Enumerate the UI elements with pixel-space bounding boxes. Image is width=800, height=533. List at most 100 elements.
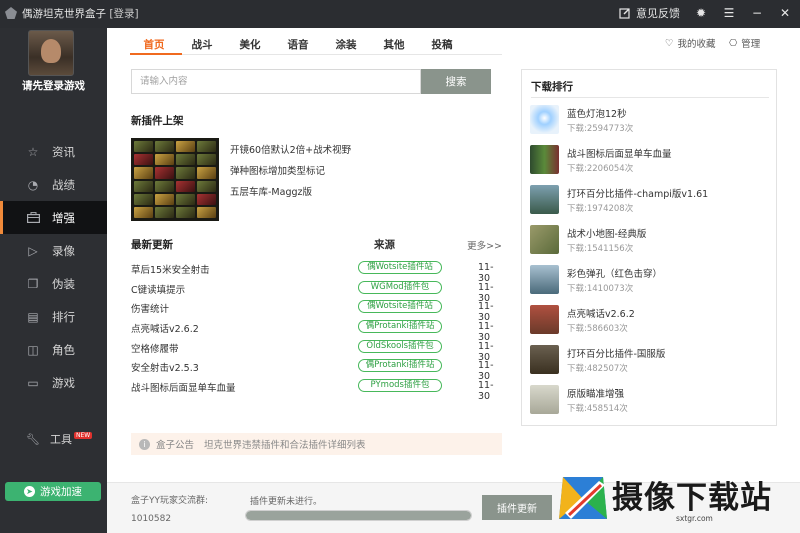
plugin-name[interactable]: C键读填提示 xyxy=(131,282,185,296)
plugin-name[interactable]: 安全射击v2.5.3 xyxy=(131,360,199,374)
window-controls: 意见反馈 ✹ ☰ − ✕ xyxy=(618,5,792,21)
list-item[interactable]: 战斗图标后面显单车血量 PYmods插件包 11-30 xyxy=(131,378,503,402)
sidebar-item-role[interactable]: ◫ 角色 xyxy=(0,333,107,366)
close-icon[interactable]: ✕ xyxy=(778,6,792,20)
bulb-thumbnail[interactable] xyxy=(530,105,559,134)
ranking-item-name[interactable]: 原版瞄准增强 xyxy=(567,386,624,400)
heart-icon: ♡ xyxy=(665,37,674,49)
avatar[interactable] xyxy=(28,30,74,76)
tab-beautify[interactable]: 美化 xyxy=(226,37,274,55)
list-item[interactable]: 空格修履带 OldSkools插件包 11-30 xyxy=(131,339,503,363)
source-column-header: 来源 xyxy=(374,239,395,251)
group-number[interactable]: 1010582 xyxy=(131,510,208,528)
tab-voice[interactable]: 语音 xyxy=(274,37,322,55)
notice-text[interactable]: 坦克世界违禁插件和合法插件详细列表 xyxy=(204,437,366,451)
source-badge[interactable]: WGMod插件包 xyxy=(358,280,442,294)
latest-updates-list: 草后15米安全射击 偶Wotsite插件站 11-30 C键读填提示 WGMod… xyxy=(131,260,503,402)
sidebar-item-enhance[interactable]: 增强 xyxy=(0,201,107,234)
ranking-item-name[interactable]: 点亮喊话v2.6.2 xyxy=(567,306,635,320)
plugin-thumbnail[interactable] xyxy=(530,305,559,334)
new-plugin-item[interactable]: 弹种图标增加类型标记 xyxy=(230,163,351,184)
sidebar-nav: ☆ 资讯 ◔ 战绩 增强 ▷ 录像 ❐ 伪装 ▤ 排行 ◫ 角色 ▭ 游戏 xyxy=(0,135,107,399)
ranking-item-name[interactable]: 蓝色灯泡12秒 xyxy=(567,106,627,120)
plugin-name[interactable]: 点亮喊话v2.6.2 xyxy=(131,321,199,335)
tab-paint[interactable]: 涂装 xyxy=(322,37,370,55)
sidebar-item-news[interactable]: ☆ 资讯 xyxy=(0,135,107,168)
search-button[interactable]: 搜索 xyxy=(421,69,491,94)
sidebar-item-ranking[interactable]: ▤ 排行 xyxy=(0,300,107,333)
source-badge[interactable]: PYmods插件包 xyxy=(358,379,442,393)
ranking-item[interactable]: 原版瞄准增强 下载:458514次 xyxy=(530,383,768,423)
ranking-item[interactable]: 打环百分比插件-champi版v1.61 下载:1974208次 xyxy=(530,183,768,223)
login-link[interactable]: [登录] xyxy=(109,8,138,20)
source-badge[interactable]: 偶Wotsite插件站 xyxy=(358,261,442,274)
manage-button[interactable]: ⎔ 管理 xyxy=(729,36,760,51)
ranking-item-count: 下载:482507次 xyxy=(567,364,628,374)
plugin-thumbnail[interactable] xyxy=(530,185,559,214)
source-badge[interactable]: 偶Protanki插件站 xyxy=(358,320,442,334)
app-window: 偶游坦克世界盒子 [登录] 意见反馈 ✹ ☰ − ✕ 请先登录游戏 ☆ 资讯 ◔… xyxy=(0,0,800,533)
game-accelerate-button[interactable]: ➤ 游戏加速 xyxy=(5,482,101,501)
watermark-logo-icon xyxy=(559,477,607,519)
plugin-name[interactable]: 战斗图标后面显单车血量 xyxy=(131,380,236,394)
tab-submit[interactable]: 投稿 xyxy=(418,37,466,55)
list-item[interactable]: 安全射击v2.5.3 偶Protanki插件站 11-30 xyxy=(131,358,503,382)
tab-battle[interactable]: 战斗 xyxy=(178,37,226,55)
source-badge[interactable]: 偶Wotsite插件站 xyxy=(358,300,442,314)
sidebar-item-record[interactable]: ◔ 战绩 xyxy=(0,168,107,201)
list-item[interactable]: 草后15米安全射击 偶Wotsite插件站 11-30 xyxy=(131,260,503,284)
sidebar-item-replay[interactable]: ▷ 录像 xyxy=(0,234,107,267)
list-item[interactable]: 伤害统计 偶Wotsite插件站 11-30 xyxy=(131,299,503,323)
sidebar-item-label: 增强 xyxy=(52,210,75,225)
ranking-item-name[interactable]: 打环百分比插件-国服版 xyxy=(567,346,665,360)
player-group-info: 盒子YY玩家交流群: 1010582 xyxy=(131,492,208,528)
ranking-item[interactable]: 战术小地图-经典版 下载:1541156次 xyxy=(530,223,768,263)
plugin-name[interactable]: 草后15米安全射击 xyxy=(131,262,210,276)
group-label: 盒子YY玩家交流群: xyxy=(131,496,209,506)
ranking-item-name[interactable]: 打环百分比插件-champi版v1.61 xyxy=(567,186,708,200)
plugin-thumbnail[interactable] xyxy=(530,345,559,374)
watermark-url: sxtgr.com xyxy=(676,514,713,523)
ranking-item[interactable]: 点亮喊话v2.6.2 下载:586603次 xyxy=(530,303,768,343)
source-badge[interactable]: OldSkools插件包 xyxy=(358,339,442,353)
ranking-item-name[interactable]: 战术小地图-经典版 xyxy=(567,226,646,240)
sidebar-item-camo[interactable]: ❐ 伪装 xyxy=(0,267,107,300)
manage-tag-icon: ⎔ xyxy=(729,37,738,49)
ranking-item[interactable]: 蓝色灯泡12秒 下载:2594773次 xyxy=(530,103,768,143)
plugin-update-button[interactable]: 插件更新 xyxy=(482,495,552,520)
video-icon: ▷ xyxy=(28,243,38,258)
accel-label: 游戏加速 xyxy=(40,486,82,498)
plugin-thumbnail[interactable] xyxy=(530,265,559,294)
plugin-name[interactable]: 伤害统计 xyxy=(131,301,169,315)
favorites-button[interactable]: ♡ 我的收藏 xyxy=(665,36,716,51)
minimize-icon[interactable]: − xyxy=(750,6,764,20)
search-input[interactable] xyxy=(131,69,421,94)
layers-icon: ❐ xyxy=(27,276,39,291)
ranking-item-name[interactable]: 彩色弹孔（红色击穿） xyxy=(567,266,662,280)
settings-gear-icon[interactable]: ✹ xyxy=(694,6,708,20)
menu-icon[interactable]: ☰ xyxy=(722,6,736,20)
source-badge[interactable]: 偶Protanki插件站 xyxy=(358,359,442,373)
ranking-item[interactable]: 打环百分比插件-国服版 下载:482507次 xyxy=(530,343,768,383)
new-plugins-thumbnail[interactable] xyxy=(131,138,219,221)
ranking-item-name[interactable]: 战斗图标后面显单车血量 xyxy=(567,146,672,160)
ranking-item[interactable]: 战斗图标后面显单车血量 下载:2206054次 xyxy=(530,143,768,183)
more-link[interactable]: 更多>> xyxy=(467,238,502,252)
plugin-name[interactable]: 空格修履带 xyxy=(131,341,179,355)
feedback-button[interactable]: 意见反馈 xyxy=(618,5,680,21)
plugin-thumbnail[interactable] xyxy=(530,385,559,414)
list-item[interactable]: C键读填提示 WGMod插件包 11-30 xyxy=(131,280,503,304)
plugin-thumbnail[interactable] xyxy=(530,225,559,254)
sidebar-item-game[interactable]: ▭ 游戏 xyxy=(0,366,107,399)
new-plugin-item[interactable]: 五层车库-Maggz版 xyxy=(230,184,351,205)
ranking-item-count: 下载:2206054次 xyxy=(567,164,634,174)
sidebar-item-tools[interactable]: 🔧︎ 工具 NEW xyxy=(26,431,93,447)
tab-other[interactable]: 其他 xyxy=(370,37,418,55)
new-plugin-item[interactable]: 开镜60倍默认2倍+战术视野 xyxy=(230,142,351,163)
list-item[interactable]: 点亮喊话v2.6.2 偶Protanki插件站 11-30 xyxy=(131,319,503,343)
edit-icon xyxy=(618,6,632,20)
plugin-thumbnail[interactable] xyxy=(530,145,559,174)
login-hint[interactable]: 请先登录游戏 xyxy=(0,78,107,93)
ranking-item[interactable]: 彩色弹孔（红色击穿） 下载:1410073次 xyxy=(530,263,768,303)
notice-bar[interactable]: i 盒子公告 坦克世界违禁插件和合法插件详细列表 xyxy=(131,433,502,455)
